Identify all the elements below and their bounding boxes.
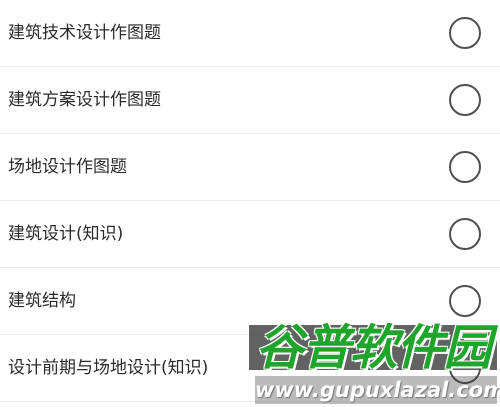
subject-option-list: 建筑技术设计作图题 建筑方案设计作图题 场地设计作图题 建筑设计(知识) 建筑结… xyxy=(0,0,500,407)
option-row-building-structure[interactable]: 建筑结构 xyxy=(0,268,500,335)
option-label: 建筑结构 xyxy=(8,291,76,311)
option-label: 建筑技术设计作图题 xyxy=(8,23,161,43)
option-row-building-technology-design[interactable]: 建筑技术设计作图题 xyxy=(0,0,500,67)
option-row-site-design[interactable]: 场地设计作图题 xyxy=(0,134,500,201)
radio-unchecked-icon[interactable] xyxy=(449,285,481,317)
radio-unchecked-icon[interactable] xyxy=(449,151,481,183)
radio-unchecked-icon[interactable] xyxy=(449,218,481,250)
option-label: 建筑方案设计作图题 xyxy=(8,90,161,110)
option-label: 建筑设计(知识) xyxy=(8,224,124,244)
option-row-building-design-knowledge[interactable]: 建筑设计(知识) xyxy=(0,201,500,268)
option-row-pre-design-site-knowledge[interactable]: 设计前期与场地设计(知识) xyxy=(0,335,500,402)
option-row-building-scheme-design[interactable]: 建筑方案设计作图题 xyxy=(0,67,500,134)
option-label: 场地设计作图题 xyxy=(8,157,127,177)
radio-unchecked-icon[interactable] xyxy=(449,84,481,116)
option-label: 设计前期与场地设计(知识) xyxy=(8,358,209,378)
radio-unchecked-icon[interactable] xyxy=(449,352,481,384)
radio-unchecked-icon[interactable] xyxy=(449,17,481,49)
